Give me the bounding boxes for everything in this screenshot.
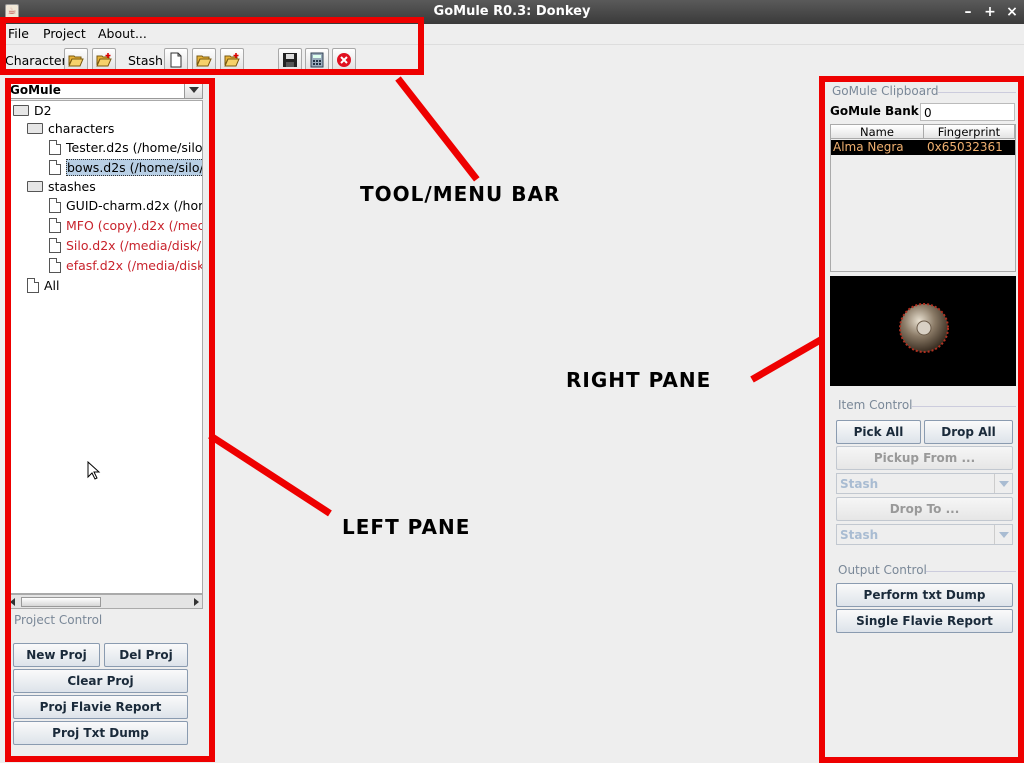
- right-pane-annotation-line: [750, 335, 825, 383]
- right-pane-annotation-box: [819, 76, 1024, 763]
- left-pane-annotation-line: [208, 432, 332, 517]
- right-pane-annotation-label: RIGHT PANE: [566, 368, 712, 392]
- toolbar-annotation-line: [395, 76, 480, 182]
- left-pane-annotation-label: LEFT PANE: [342, 515, 471, 539]
- toolbar-annotation-label: TOOL/MENU BAR: [360, 182, 561, 206]
- close-window-button[interactable]: ×: [1002, 2, 1022, 22]
- maximize-button[interactable]: +: [980, 2, 1000, 22]
- toolbar-annotation-box: [0, 17, 424, 75]
- minimize-button[interactable]: –: [958, 2, 978, 22]
- left-pane-annotation-box: [5, 78, 215, 762]
